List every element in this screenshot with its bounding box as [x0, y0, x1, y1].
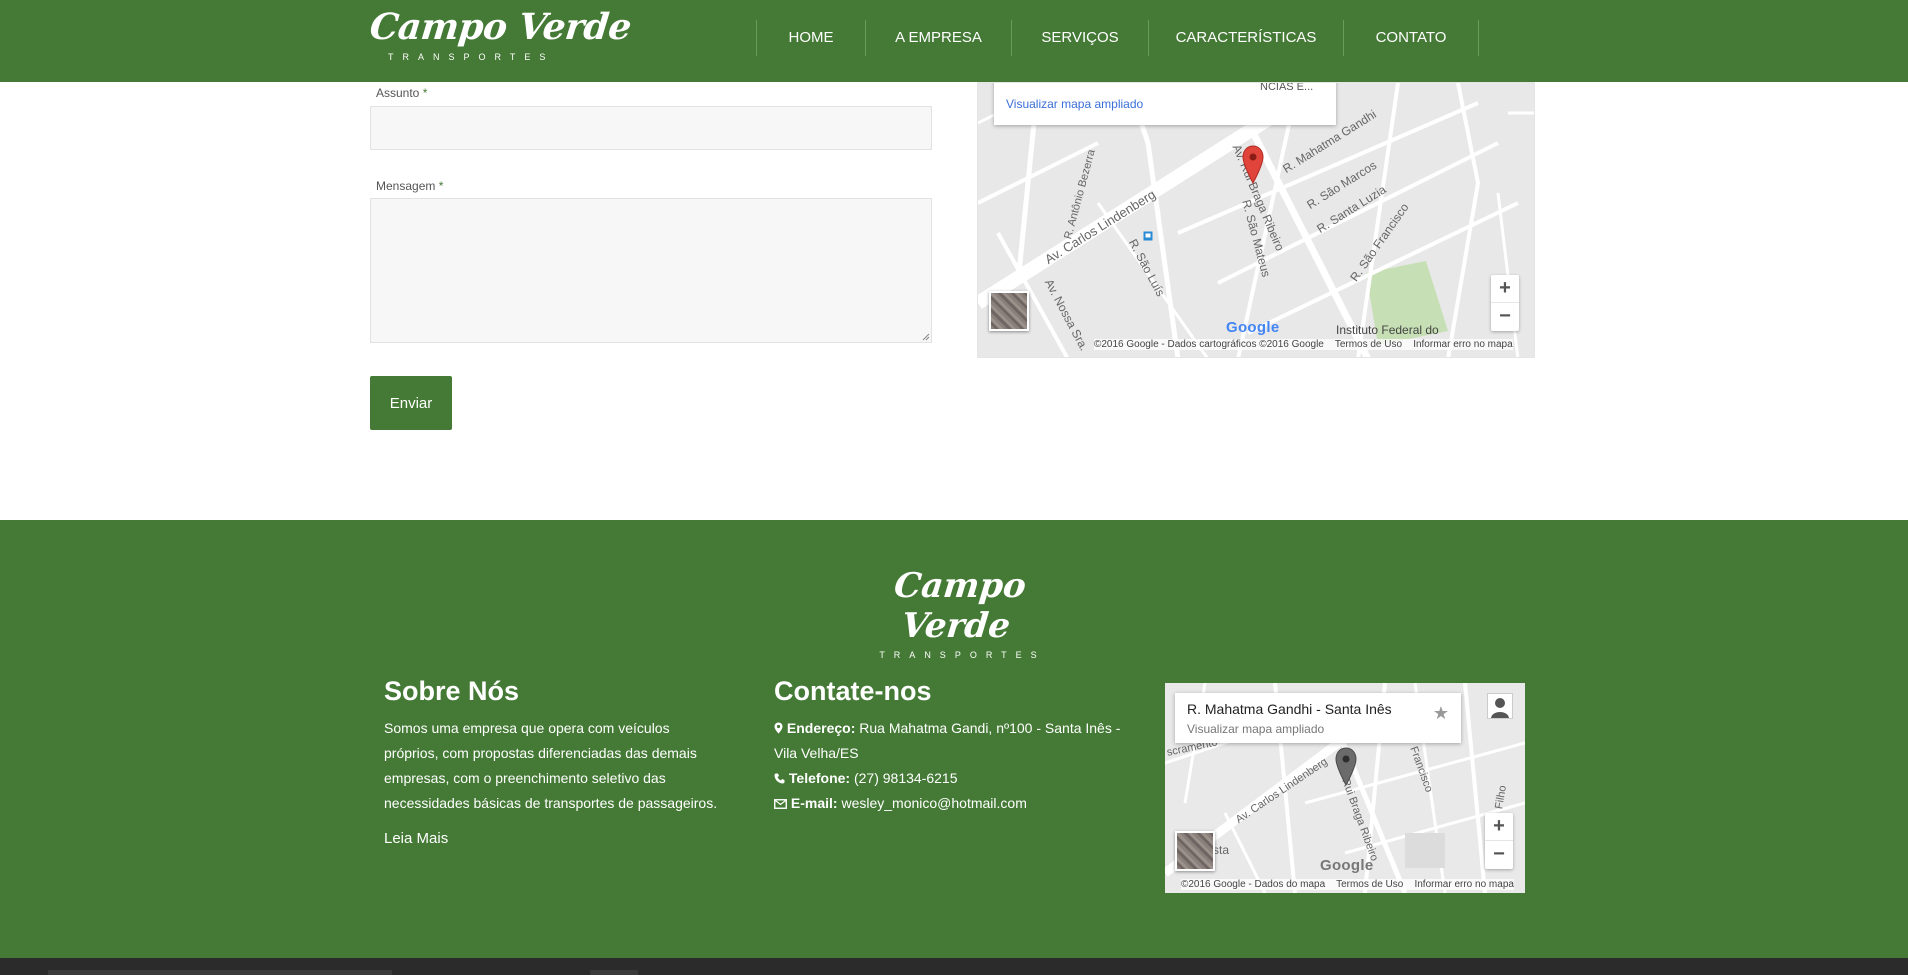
- footer-zoom-in-button[interactable]: +: [1485, 813, 1513, 841]
- about-text: Somos uma empresa que opera com veículos…: [384, 716, 717, 816]
- footer-enlarge-map-link[interactable]: Visualizar mapa ampliado: [1187, 722, 1324, 736]
- map-attribution: ©2016 Google - Dados cartográficos ©2016…: [1094, 339, 1513, 350]
- phone-line: Telefone: (27) 98134-6215: [774, 766, 1120, 791]
- nav-caracteristicas[interactable]: CARACTERÍSTICAS: [1148, 20, 1343, 56]
- nav-a-empresa[interactable]: A EMPRESA: [865, 20, 1011, 56]
- message-textarea[interactable]: [370, 198, 932, 343]
- address-line: Endereço: Rua Mahatma Gandi, nº100 - San…: [774, 716, 1120, 741]
- footer-satellite-toggle[interactable]: [1175, 831, 1215, 871]
- logo-tagline: TRANSPORTES: [388, 52, 555, 62]
- zoom-out-button[interactable]: −: [1491, 303, 1519, 331]
- bus-stop-icon: [1143, 231, 1153, 241]
- about-line: empresas, com o preenchimento seletivo d…: [384, 770, 666, 786]
- address-value: Rua Mahatma Gandi, nº100 - Santa Inês -: [859, 720, 1121, 736]
- poi-label: Instituto Federal do: [1336, 323, 1439, 337]
- nav-contato[interactable]: CONTATO: [1343, 20, 1479, 56]
- contact-details: Endereço: Rua Mahatma Gandi, nº100 - San…: [774, 716, 1120, 816]
- footer-zoom-out-button[interactable]: −: [1485, 841, 1513, 869]
- footer-map-card: R. Mahatma Gandhi - Santa Inês Visualiza…: [1175, 693, 1461, 743]
- address-city: Vila Velha/ES: [774, 745, 859, 761]
- main-nav: HOME A EMPRESA SERVIÇOS CARACTERÍSTICAS …: [756, 20, 1479, 56]
- site-footer: Campo Verde TRANSPORTES Sobre Nós Somos …: [0, 520, 1908, 958]
- logo-name: Campo Verde: [367, 6, 634, 48]
- read-more-link[interactable]: Leia Mais: [384, 826, 448, 851]
- footer-attribution-text: ©2016 Google - Dados do mapa: [1181, 879, 1326, 890]
- footer-google-logo: Google: [1320, 857, 1374, 874]
- message-label: Mensagem *: [376, 179, 443, 193]
- contact-map[interactable]: R. Antônio Bezerra Av. Carlos Lindenberg…: [977, 82, 1535, 358]
- about-line: Somos uma empresa que opera com veículos: [384, 720, 670, 736]
- about-title: Sobre Nós: [384, 676, 520, 706]
- email-line: E-mail: wesley_monico@hotmail.com: [774, 791, 1120, 816]
- report-link[interactable]: Informar erro no mapa: [1413, 339, 1513, 350]
- message-label-text: Mensagem: [376, 179, 436, 193]
- required-mark: *: [438, 179, 444, 193]
- bottom-bar: [0, 958, 1908, 975]
- resize-handle-icon[interactable]: [922, 333, 930, 341]
- footer-report-link[interactable]: Informar erro no mapa: [1414, 879, 1514, 890]
- star-icon[interactable]: ★: [1433, 703, 1449, 724]
- subject-input[interactable]: [370, 106, 932, 150]
- footer-map-marker-icon[interactable]: [1335, 747, 1357, 787]
- enlarge-map-link[interactable]: Visualizar mapa ampliado: [1006, 97, 1143, 111]
- phone-icon: [774, 773, 785, 784]
- contact-title: Contate-nos: [774, 676, 932, 706]
- map-pin-icon: [774, 722, 783, 734]
- avatar: [1487, 693, 1513, 719]
- street-label: NCIAS E...: [1260, 82, 1314, 93]
- about-line: necessidades básicas de transportes de p…: [384, 795, 718, 811]
- google-logo: Google: [1226, 319, 1280, 336]
- zoom-controls: + −: [1491, 275, 1519, 331]
- address-label: Endereço:: [786, 720, 856, 736]
- about-line: próprios, com propostas diferenciadas da…: [384, 745, 697, 761]
- phone-value: (27) 98134-6215: [853, 770, 958, 786]
- terms-link[interactable]: Termos de Uso: [1335, 339, 1402, 350]
- bottom-bar-segment: [48, 970, 392, 975]
- satellite-toggle[interactable]: [989, 291, 1029, 331]
- footer-terms-link[interactable]: Termos de Uso: [1336, 879, 1403, 890]
- footer-logo-tagline: TRANSPORTES: [879, 650, 1046, 660]
- logo[interactable]: Campo Verde TRANSPORTES: [367, 6, 634, 72]
- map-marker-icon[interactable]: [1242, 145, 1264, 185]
- subject-label: Assunto *: [376, 86, 427, 100]
- footer-map-attribution: ©2016 Google - Dados do mapa Termos de U…: [1181, 879, 1514, 890]
- phone-label: Telefone:: [788, 770, 851, 786]
- bottom-bar-segment: [590, 970, 638, 975]
- footer-logo[interactable]: Campo Verde TRANSPORTES: [858, 566, 1058, 660]
- envelope-icon: [774, 799, 787, 809]
- footer-map[interactable]: Av. Carlos Lindenberg Rui Braga Ribeiro …: [1165, 683, 1525, 893]
- send-button[interactable]: Enviar: [370, 376, 452, 430]
- email-value[interactable]: wesley_monico@hotmail.com: [841, 795, 1026, 811]
- nav-servicos[interactable]: SERVIÇOS: [1011, 20, 1148, 56]
- attribution-text: ©2016 Google - Dados cartográficos ©2016…: [1094, 339, 1324, 350]
- street-label: sta: [1213, 843, 1230, 857]
- footer-map-place: R. Mahatma Gandhi - Santa Inês: [1187, 701, 1392, 717]
- required-mark: *: [422, 86, 428, 100]
- footer-zoom-controls: + −: [1485, 813, 1513, 869]
- subject-label-text: Assunto: [376, 86, 420, 100]
- site-header: Campo Verde TRANSPORTES HOME A EMPRESA S…: [0, 0, 1908, 82]
- user-icon: [1491, 698, 1509, 718]
- footer-logo-name: Campo Verde: [892, 566, 1028, 646]
- email-label: E-mail:: [790, 795, 838, 811]
- nav-home[interactable]: HOME: [756, 20, 865, 56]
- zoom-in-button[interactable]: +: [1491, 275, 1519, 303]
